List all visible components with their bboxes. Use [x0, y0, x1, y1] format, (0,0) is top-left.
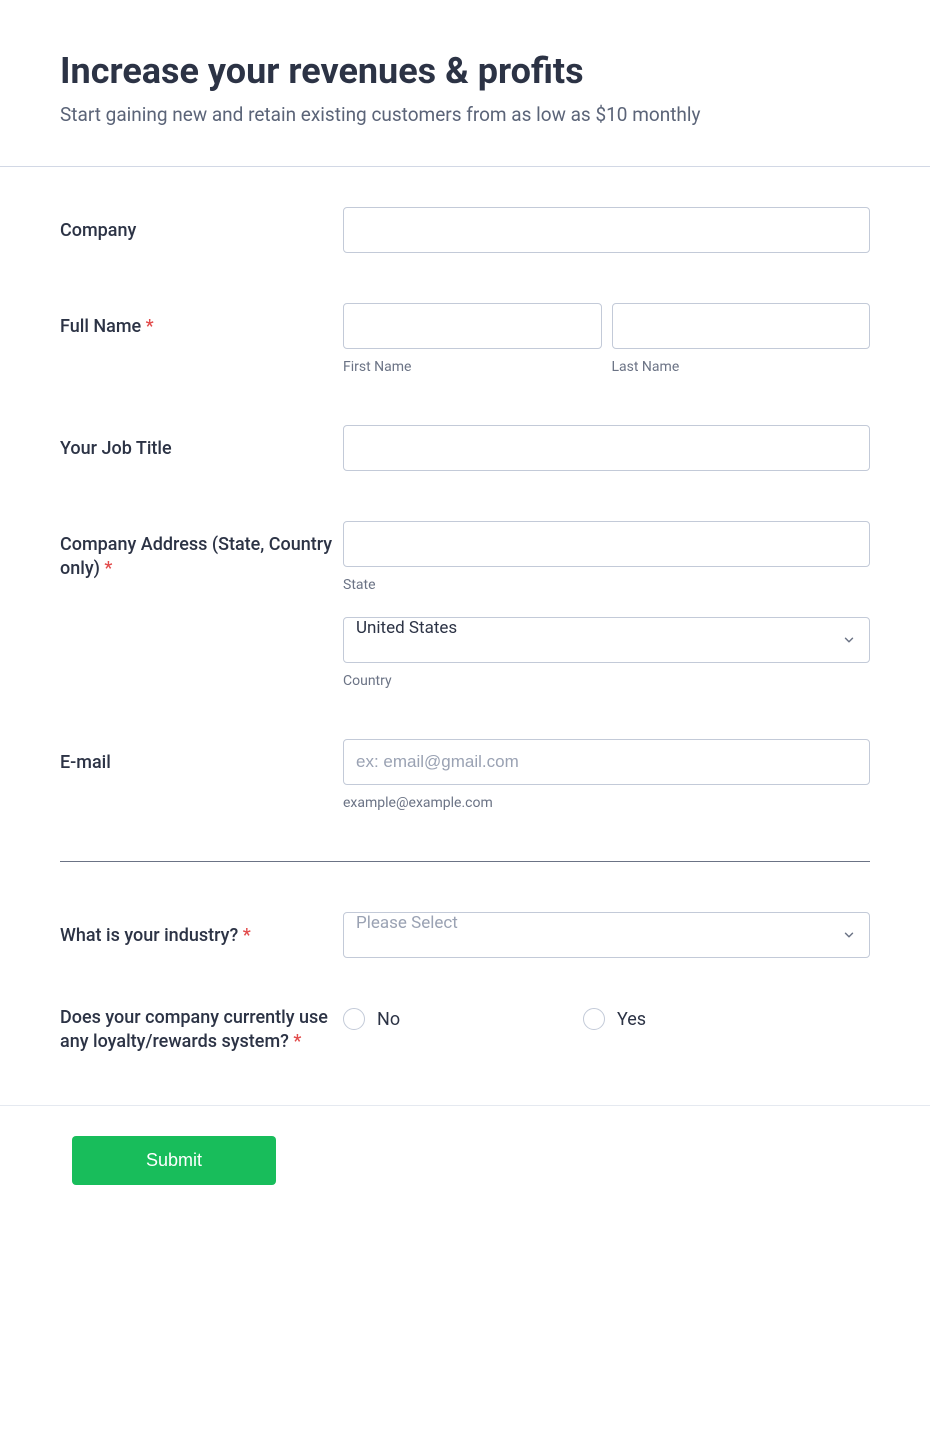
first-name-input[interactable]	[343, 303, 602, 349]
country-sublabel: Country	[343, 673, 870, 689]
loyalty-no-radio[interactable]	[343, 1008, 365, 1030]
job-title-input[interactable]	[343, 425, 870, 471]
last-name-sublabel: Last Name	[612, 359, 871, 375]
job-title-label: Your Job Title	[60, 438, 172, 459]
first-name-sublabel: First Name	[343, 359, 602, 375]
required-indicator: *	[104, 558, 112, 579]
fullname-label: Full Name *	[60, 316, 154, 337]
email-input[interactable]	[343, 739, 870, 785]
required-indicator: *	[293, 1031, 301, 1052]
email-sublabel: example@example.com	[343, 795, 870, 811]
loyalty-yes-label: Yes	[617, 1009, 646, 1030]
industry-select[interactable]: Please Select	[343, 912, 870, 958]
email-label: E-mail	[60, 752, 111, 773]
last-name-input[interactable]	[612, 303, 871, 349]
company-label: Company	[60, 220, 136, 241]
required-indicator: *	[243, 925, 251, 946]
industry-label: What is your industry? *	[60, 925, 251, 946]
company-input[interactable]	[343, 207, 870, 253]
required-indicator: *	[146, 316, 154, 337]
submit-button[interactable]: Submit	[72, 1136, 276, 1185]
loyalty-yes-radio[interactable]	[583, 1008, 605, 1030]
page-title: Increase your revenues & profits	[60, 50, 870, 93]
country-select[interactable]: United States	[343, 617, 870, 663]
state-sublabel: State	[343, 577, 870, 593]
loyalty-no-label: No	[377, 1009, 400, 1030]
loyalty-label: Does your company currently use any loya…	[60, 1007, 328, 1052]
company-address-label: Company Address (State, Country only) *	[60, 534, 332, 579]
section-divider	[60, 861, 870, 862]
page-subtitle: Start gaining new and retain existing cu…	[60, 103, 870, 126]
state-input[interactable]	[343, 521, 870, 567]
